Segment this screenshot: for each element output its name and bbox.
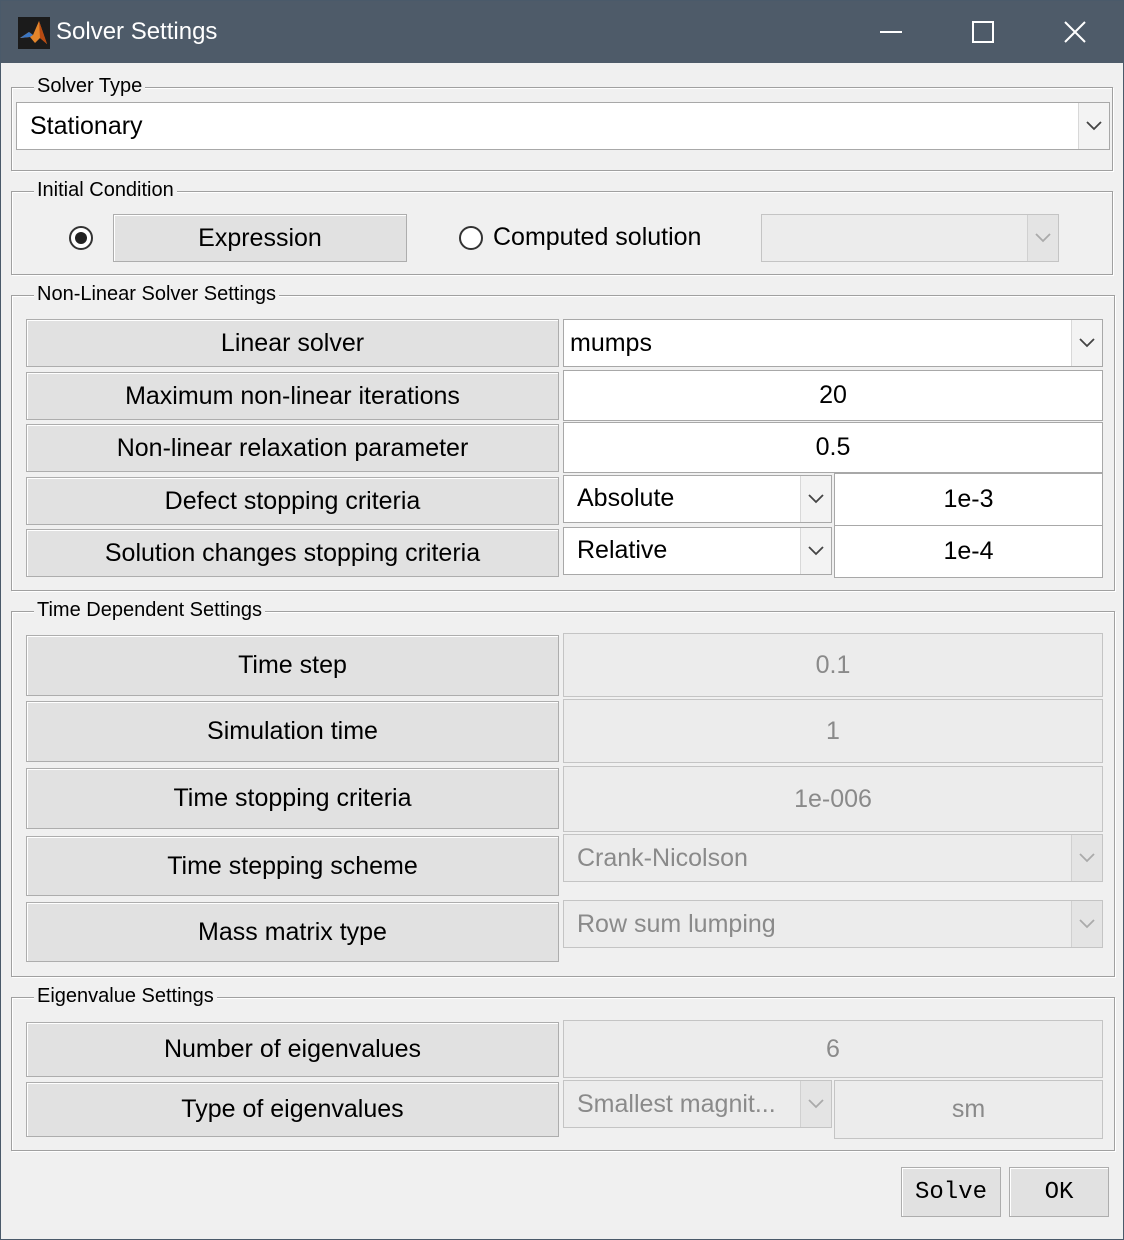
chevron-down-icon [1071, 901, 1102, 947]
computed-solution-label[interactable]: Computed solution [493, 223, 701, 252]
defect-value-input[interactable]: 1e-3 [834, 473, 1103, 526]
time-step-label: Time step [26, 635, 559, 696]
mass-matrix-type-value: Row sum lumping [577, 910, 776, 938]
solver-type-value: Stationary [30, 112, 143, 140]
solution-changes-mode-value: Relative [577, 536, 668, 564]
number-of-eigenvalues-input[interactable]: 6 [563, 1020, 1103, 1078]
solver-type-dropdown[interactable]: Stationary [16, 102, 1110, 150]
type-of-eigenvalues-label: Type of eigenvalues [26, 1082, 559, 1137]
solver-settings-window: Solver Settings Solver Type Stationary I… [0, 0, 1124, 1240]
linear-solver-value: mumps [570, 329, 652, 357]
expression-button[interactable]: Expression [113, 214, 407, 262]
chevron-down-icon [1071, 320, 1102, 366]
eigenvalue-type-value: Smallest magnit... [577, 1090, 776, 1118]
linear-solver-label: Linear solver [26, 319, 559, 367]
minimize-icon [880, 31, 902, 33]
mass-matrix-type-label: Mass matrix type [26, 902, 559, 962]
solution-changes-mode-dropdown[interactable]: Relative [563, 527, 832, 575]
ok-button[interactable]: OK [1009, 1167, 1109, 1217]
time-settings-legend: Time Dependent Settings [34, 598, 265, 622]
chevron-down-icon [1078, 103, 1109, 149]
linear-solver-dropdown[interactable]: mumps [563, 319, 1103, 367]
max-iterations-label: Maximum non-linear iterations [26, 372, 559, 420]
time-stepping-scheme-label: Time stepping scheme [26, 836, 559, 896]
title-bar[interactable]: Solver Settings [1, 1, 1123, 63]
number-of-eigenvalues-label: Number of eigenvalues [26, 1022, 559, 1077]
matlab-logo-icon [18, 17, 50, 49]
relaxation-parameter-label: Non-linear relaxation parameter [26, 424, 559, 472]
chevron-down-icon [800, 476, 831, 522]
chevron-down-icon [1071, 835, 1102, 881]
chevron-down-icon [1027, 215, 1058, 261]
time-step-input[interactable]: 0.1 [563, 633, 1103, 697]
simulation-time-input[interactable]: 1 [563, 699, 1103, 763]
close-icon [1064, 21, 1086, 43]
time-stepping-scheme-dropdown[interactable]: Crank-Nicolson [563, 834, 1103, 882]
eigenvalue-type-dropdown[interactable]: Smallest magnit... [563, 1080, 832, 1128]
time-stepping-scheme-value: Crank-Nicolson [577, 844, 748, 872]
defect-criteria-label: Defect stopping criteria [26, 477, 559, 525]
nonlinear-settings-legend: Non-Linear Solver Settings [34, 282, 280, 306]
eigenvalue-settings-legend: Eigenvalue Settings [34, 984, 217, 1008]
time-stopping-criteria-label: Time stopping criteria [26, 768, 559, 829]
maximize-icon [972, 21, 994, 43]
mass-matrix-type-dropdown[interactable]: Row sum lumping [563, 900, 1103, 948]
solver-type-legend: Solver Type [34, 74, 146, 98]
radio-selected-dot [75, 232, 87, 244]
computed-solution-dropdown[interactable] [761, 214, 1059, 262]
time-stopping-criteria-input[interactable]: 1e-006 [563, 766, 1103, 832]
minimize-button[interactable] [846, 1, 936, 63]
expression-radio[interactable] [69, 226, 93, 250]
computed-solution-radio[interactable] [459, 226, 483, 250]
eigenvalue-type-code-input[interactable]: sm [834, 1080, 1103, 1139]
solve-button[interactable]: Solve [901, 1167, 1001, 1217]
defect-mode-value: Absolute [577, 484, 675, 512]
relaxation-parameter-input[interactable]: 0.5 [563, 422, 1103, 473]
chevron-down-icon [800, 1081, 831, 1127]
chevron-down-icon [800, 528, 831, 574]
defect-mode-dropdown[interactable]: Absolute [563, 475, 832, 523]
max-iterations-input[interactable]: 20 [563, 370, 1103, 421]
simulation-time-label: Simulation time [26, 701, 559, 762]
close-button[interactable] [1030, 1, 1120, 63]
maximize-button[interactable] [938, 1, 1028, 63]
solution-changes-value-input[interactable]: 1e-4 [834, 525, 1103, 578]
window-title: Solver Settings [56, 18, 218, 45]
initial-condition-legend: Initial Condition [34, 178, 177, 202]
solution-changes-criteria-label: Solution changes stopping criteria [26, 529, 559, 577]
